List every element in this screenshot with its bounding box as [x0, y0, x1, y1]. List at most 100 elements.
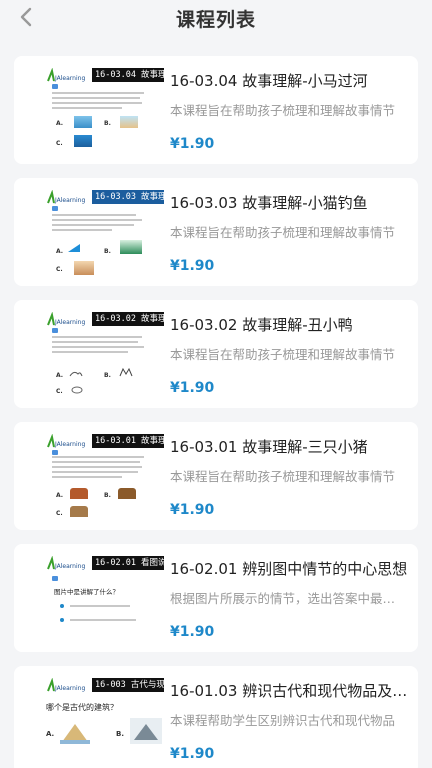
course-card[interactable]: JAlearning 16-02.01 看图说话 图片中是讲解了什么？ 16-0…	[14, 544, 418, 652]
option-marker	[60, 618, 64, 622]
course-title: 16-03.04 故事理解-小马过河	[170, 72, 368, 90]
course-info: 16-03.02 故事理解-丑小鸭 本课程旨在帮助孩子梳理和理解故事情节 ¥1.…	[170, 300, 410, 408]
course-info: 16-01.03 辨识古代和现代物品及建筑 本课程帮助学生区别辨识古代和现代物品…	[170, 666, 410, 768]
header: 课程列表	[0, 0, 432, 36]
option-picture	[130, 718, 162, 744]
option-a: A.	[56, 372, 64, 379]
course-card[interactable]: JAlearning 16-03.02 故事理解 A. B. C. 16-03.…	[14, 300, 418, 408]
course-card[interactable]: JAlearning 16-03.04 故事理解 A. B. C. 16-03.…	[14, 56, 418, 164]
option-b: B.	[104, 372, 111, 379]
option-a: A.	[56, 248, 64, 255]
option-picture	[74, 116, 92, 128]
text-line	[52, 224, 134, 226]
course-card[interactable]: JAlearning 16-03.01 故事理解 A. B. C. 16-03.…	[14, 422, 418, 530]
course-card[interactable]: JAlearning 16-03.03 故事理解 A. B. C. 16-03.…	[14, 178, 418, 286]
svg-text:JAlearning: JAlearning	[54, 685, 85, 692]
option-c: C.	[56, 266, 63, 273]
text-line	[52, 456, 144, 458]
svg-text:JAlearning: JAlearning	[54, 319, 85, 326]
course-thumbnail: JAlearning 16-02.01 看图说话 图片中是讲解了什么？	[34, 552, 170, 644]
course-badge: 16-03.02 故事理解	[92, 312, 164, 326]
option-picture	[69, 371, 83, 377]
course-badge: 16-02.01 看图说话	[92, 556, 164, 570]
option-b: B.	[116, 730, 124, 738]
text-line	[52, 346, 144, 348]
svg-text:JAlearning: JAlearning	[54, 441, 85, 448]
option-b: B.	[104, 248, 111, 255]
option-picture	[120, 240, 142, 254]
course-title: 16-01.03 辨识古代和现代物品及建筑	[170, 682, 410, 700]
course-info: 16-03.01 故事理解-三只小猪 本课程旨在帮助孩子梳理和理解故事情节 ¥1…	[170, 422, 410, 530]
back-button[interactable]	[14, 4, 38, 30]
option-c: C.	[56, 510, 63, 517]
course-description: 本课程旨在帮助孩子梳理和理解故事情节	[170, 103, 396, 118]
text-line	[52, 336, 142, 338]
option-picture	[119, 367, 133, 377]
option-a: A.	[56, 492, 64, 499]
course-price: ¥1.90	[170, 258, 215, 274]
course-badge: 16-03.03 故事理解	[92, 190, 164, 204]
option-picture	[118, 488, 136, 499]
svg-text:JAlearning: JAlearning	[54, 197, 85, 204]
course-thumbnail: JAlearning 16-003 古代与现代 哪个是古代的建筑？ A. B.	[34, 674, 170, 766]
text-line	[70, 605, 130, 607]
course-price: ¥1.90	[170, 746, 215, 762]
course-thumbnail: JAlearning 16-03.04 故事理解 A. B. C.	[34, 64, 170, 156]
option-picture	[74, 135, 92, 147]
svg-text:JAlearning: JAlearning	[54, 75, 85, 82]
text-line	[52, 219, 142, 221]
chevron-left-icon	[20, 7, 32, 27]
option-a: A.	[56, 120, 64, 127]
text-line	[52, 214, 136, 216]
course-description: 本课程帮助学生区别辨识古代和现代物品	[170, 713, 396, 728]
course-thumbnail: JAlearning 16-03.02 故事理解 A. B. C.	[34, 308, 170, 400]
course-title: 16-03.03 故事理解-小猫钓鱼	[170, 194, 368, 212]
course-description: 本课程旨在帮助孩子梳理和理解故事情节	[170, 225, 396, 240]
course-thumbnail: JAlearning 16-03.01 故事理解 A. B. C.	[34, 430, 170, 522]
text-line	[52, 97, 140, 99]
thumbnail-question: 图片中是讲解了什么？	[54, 588, 119, 596]
option-picture	[68, 244, 80, 252]
option-picture	[60, 724, 90, 744]
course-description: 本课程旨在帮助孩子梳理和理解故事情节	[170, 347, 396, 362]
option-marker	[60, 604, 64, 608]
option-picture	[120, 116, 138, 128]
text-line	[52, 471, 138, 473]
text-line	[52, 351, 128, 353]
course-info: 16-02.01 辨别图中情节的中心思想 根据图片所展示的情节，选出答案中最符合…	[170, 544, 410, 652]
text-line	[52, 476, 122, 478]
course-card[interactable]: JAlearning 16-003 古代与现代 哪个是古代的建筑？ A. B. …	[14, 666, 418, 768]
page-title: 课程列表	[175, 8, 256, 31]
option-c: C.	[56, 140, 63, 147]
speaker-icon	[52, 328, 58, 333]
svg-text:JAlearning: JAlearning	[54, 563, 85, 570]
speaker-icon	[52, 450, 58, 455]
text-line	[52, 92, 144, 94]
course-price: ¥1.90	[170, 502, 215, 518]
text-line	[52, 466, 142, 468]
course-info: 16-03.04 故事理解-小马过河 本课程旨在帮助孩子梳理和理解故事情节 ¥1…	[170, 56, 410, 164]
speaker-icon	[52, 206, 58, 211]
text-line	[52, 102, 142, 104]
course-badge: 16-03.01 故事理解	[92, 434, 164, 448]
speaker-icon	[52, 84, 58, 89]
course-badge: 16-03.04 故事理解	[92, 68, 164, 82]
text-line	[52, 461, 140, 463]
option-b: B.	[104, 492, 111, 499]
course-price: ¥1.90	[170, 624, 215, 640]
course-price: ¥1.90	[170, 380, 215, 396]
course-thumbnail: JAlearning 16-03.03 故事理解 A. B. C.	[34, 186, 170, 278]
option-picture	[70, 506, 88, 517]
text-line	[52, 229, 112, 231]
option-b: B.	[104, 120, 111, 127]
option-c: C.	[56, 388, 63, 395]
text-line	[70, 619, 136, 621]
thumbnail-question: 哪个是古代的建筑？	[46, 703, 118, 712]
text-line	[52, 107, 122, 109]
course-badge: 16-003 古代与现代	[92, 678, 164, 692]
option-picture	[71, 386, 83, 394]
text-line	[52, 341, 138, 343]
course-title: 16-03.02 故事理解-丑小鸭	[170, 316, 353, 334]
course-info: 16-03.03 故事理解-小猫钓鱼 本课程旨在帮助孩子梳理和理解故事情节 ¥1…	[170, 178, 410, 286]
course-description: 本课程旨在帮助孩子梳理和理解故事情节	[170, 469, 396, 484]
